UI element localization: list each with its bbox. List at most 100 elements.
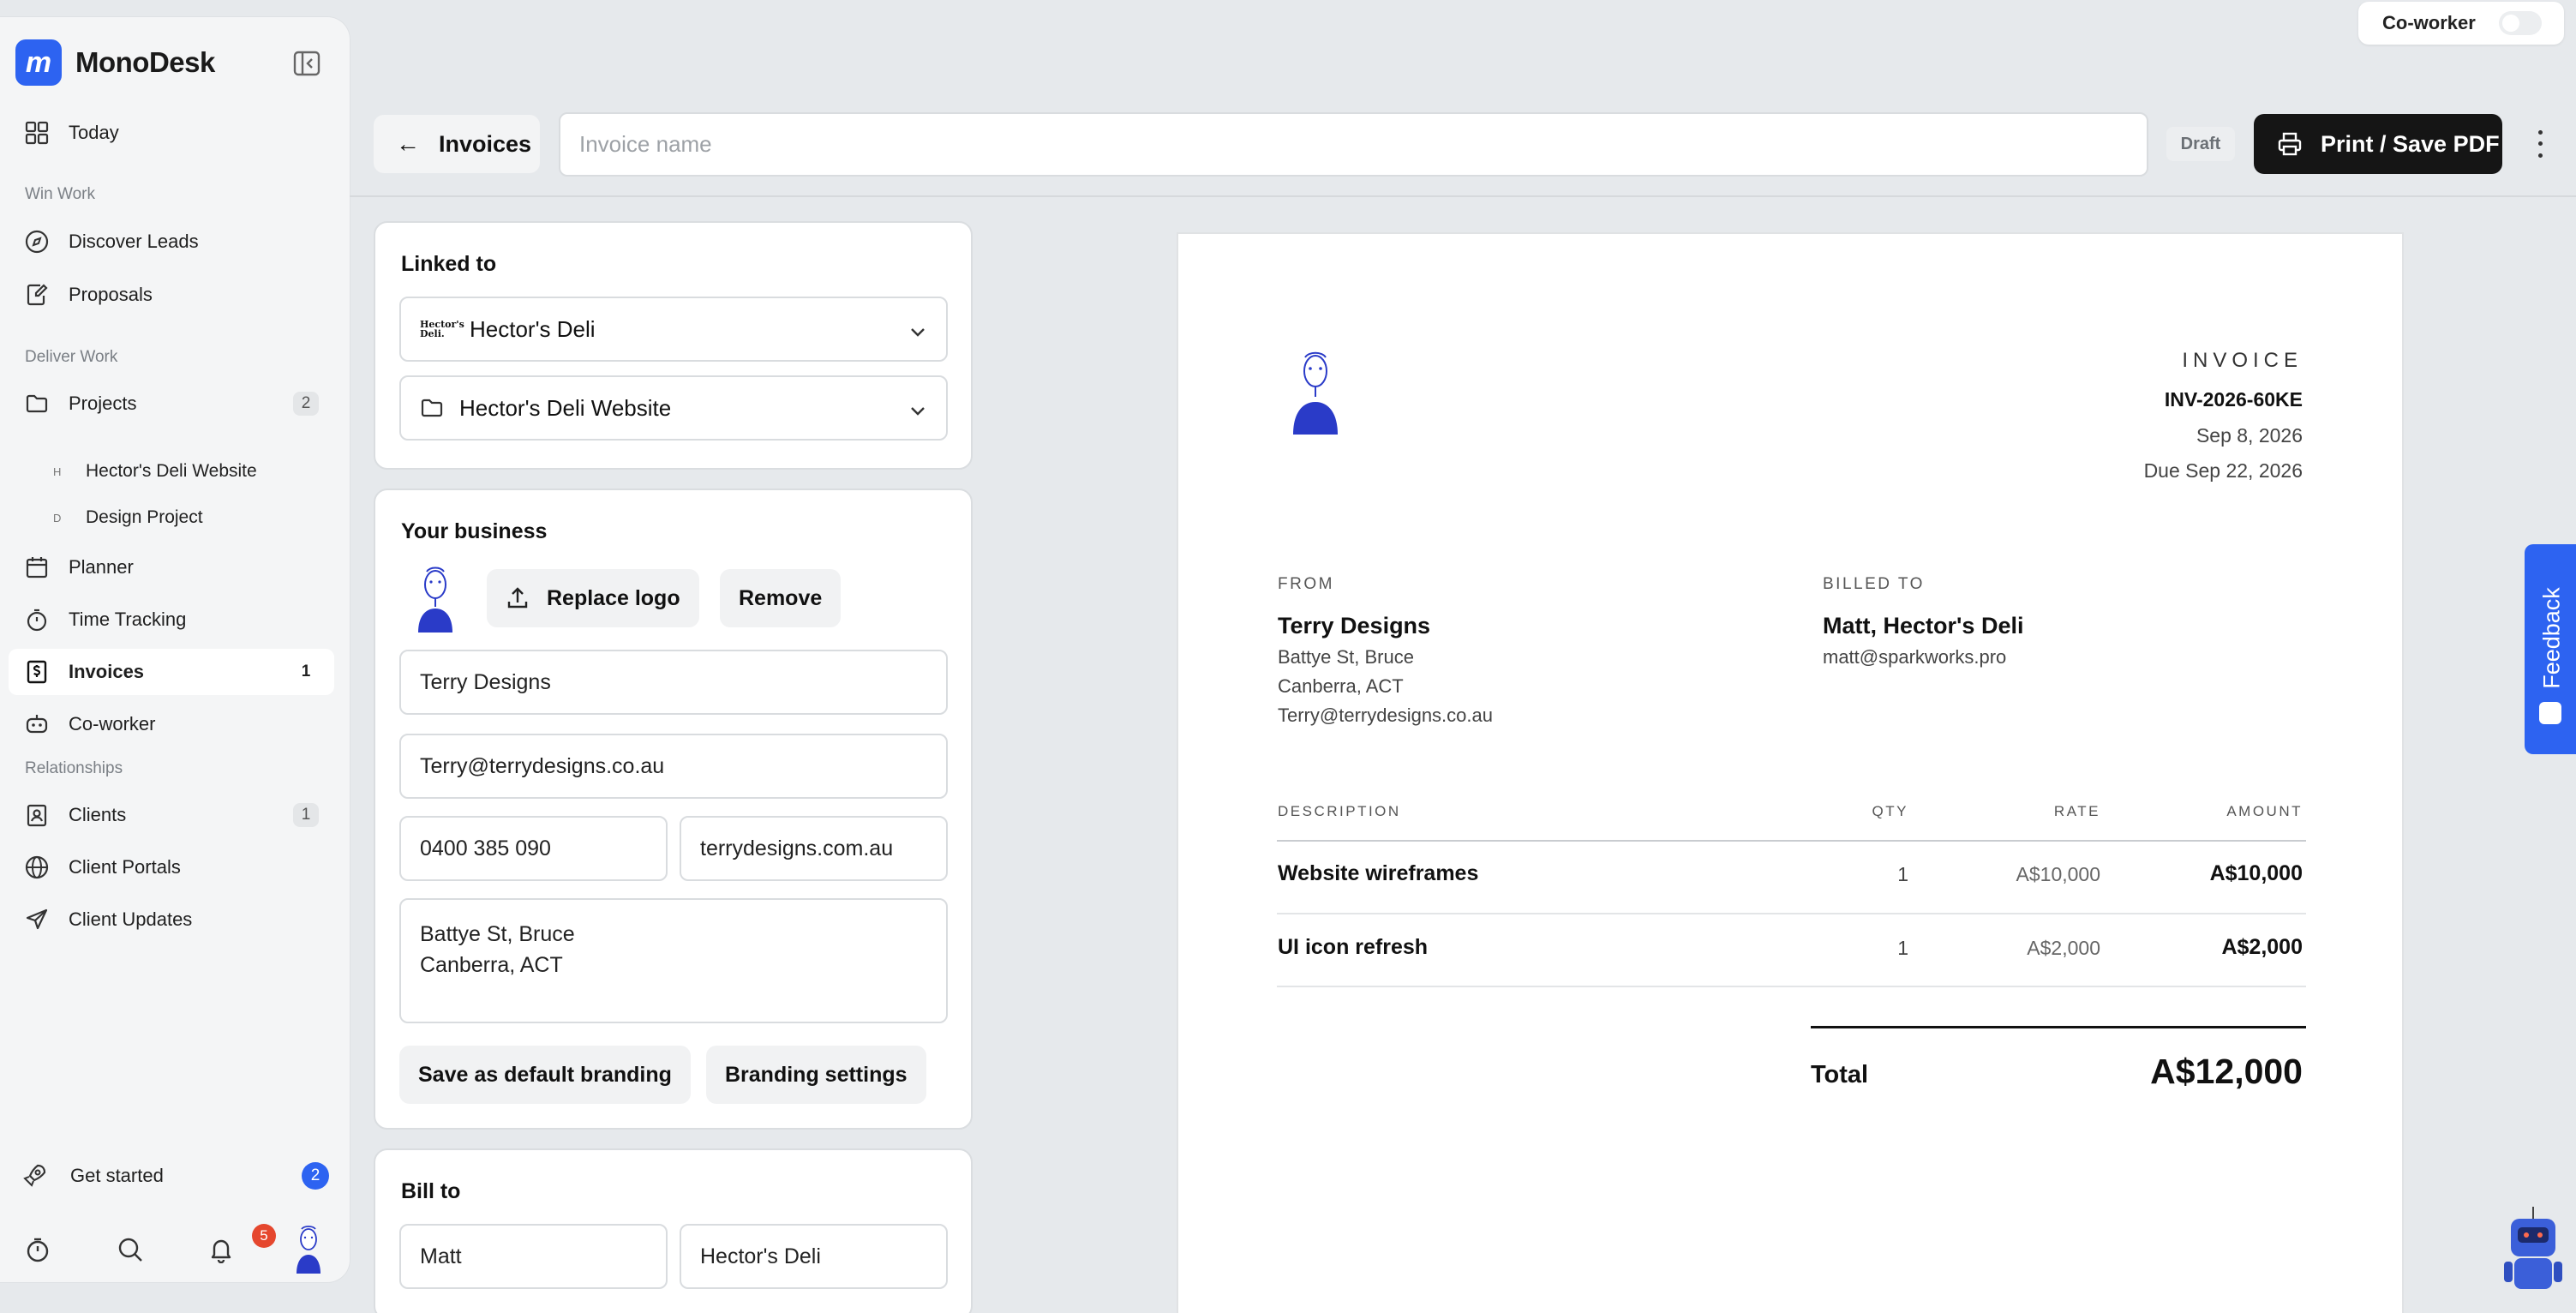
get-started-button[interactable]: Get started 2 — [21, 1155, 329, 1196]
invoice-dollar-icon — [24, 659, 50, 685]
sidebar-item-planner[interactable]: Planner — [9, 544, 334, 591]
invoice-date: Sep 8, 2026 — [2196, 424, 2303, 447]
print-save-pdf-button[interactable]: Print / Save PDF — [2254, 114, 2502, 174]
bill-to-card: Bill to Matt Hector's Deli — [374, 1148, 973, 1313]
status-badge: Draft — [2166, 127, 2235, 161]
stopwatch-icon — [24, 607, 50, 633]
timer-icon[interactable] — [21, 1232, 55, 1267]
sidebar-item-label: Projects — [69, 393, 137, 414]
projects-count-badge: 2 — [293, 392, 319, 416]
bill-to-first-name-field[interactable]: Matt — [399, 1224, 668, 1289]
invoice-due-date: Due Sep 22, 2026 — [2143, 459, 2303, 482]
sidebar-subitem-project[interactable]: D Design Project — [53, 499, 203, 537]
table-row-divider — [1277, 986, 2306, 987]
edit-document-icon — [24, 282, 50, 308]
folder-icon — [420, 396, 444, 420]
calendar-icon — [24, 555, 50, 580]
bill-to-company-field[interactable]: Hector's Deli — [680, 1224, 948, 1289]
feedback-label: Feedback — [2538, 587, 2565, 689]
sidebar-item-label: Client Updates — [69, 908, 193, 930]
toggle-knob — [2502, 15, 2519, 32]
sidebar-item-today[interactable]: Today — [9, 110, 334, 156]
line-item-qty: 1 — [1897, 937, 1908, 959]
brand[interactable]: m MonoDesk — [15, 39, 215, 86]
avatar[interactable] — [288, 1224, 329, 1275]
line-item-description: UI icon refresh — [1278, 935, 1429, 959]
address-line: Canberra, ACT — [420, 953, 563, 977]
billed-to-email: matt@sparkworks.pro — [1823, 646, 2007, 668]
business-email-field[interactable]: Terry@terrydesigns.co.au — [399, 734, 948, 799]
assistant-robot-icon[interactable] — [2499, 1203, 2564, 1298]
invoice-logo — [1288, 345, 1343, 435]
invoice-preview: INVOICE INV-2026-60KE Sep 8, 2026 Due Se… — [1177, 232, 2404, 1313]
search-icon[interactable] — [113, 1232, 147, 1267]
bell-icon[interactable] — [204, 1232, 238, 1267]
sidebar-item-label: Co-worker — [69, 713, 156, 734]
folder-icon — [24, 391, 50, 417]
sidebar-footer: 5 — [21, 1224, 329, 1275]
your-business-card: Your business Replace logo Remove Terry … — [374, 489, 973, 1130]
section-label-win-work: Win Work — [25, 185, 95, 203]
send-icon — [24, 907, 50, 932]
more-options-icon[interactable] — [2531, 127, 2549, 161]
sidebar-item-invoices[interactable]: Invoices 1 — [9, 649, 334, 695]
remove-logo-button[interactable]: Remove — [720, 569, 842, 627]
replace-logo-button[interactable]: Replace logo — [487, 569, 699, 627]
branding-settings-button[interactable]: Branding settings — [706, 1046, 926, 1104]
section-label-relationships: Relationships — [25, 759, 123, 777]
project-select[interactable]: Hector's Deli Website — [399, 375, 948, 441]
line-item-qty: 1 — [1897, 863, 1908, 885]
chevron-down-icon — [908, 321, 927, 339]
sidebar-item-time-tracking[interactable]: Time Tracking — [9, 597, 334, 643]
back-to-invoices-button[interactable]: ← Invoices — [374, 115, 540, 173]
save-default-branding-button[interactable]: Save as default branding — [399, 1046, 691, 1104]
business-name-field[interactable]: Terry Designs — [399, 650, 948, 715]
globe-icon — [24, 854, 50, 880]
business-website-field[interactable]: terrydesigns.com.au — [680, 816, 948, 881]
from-email: Terry@terrydesigns.co.au — [1278, 704, 1493, 726]
sidebar-item-label: Time Tracking — [69, 609, 187, 630]
coworker-toggle[interactable]: Co-worker — [2358, 2, 2564, 45]
sidebar-item-projects[interactable]: Projects 2 — [9, 381, 334, 427]
section-label-deliver-work: Deliver Work — [25, 348, 118, 366]
from-label: FROM — [1278, 575, 1334, 593]
sidebar-item-coworker[interactable]: Co-worker — [9, 701, 334, 747]
business-phone-field[interactable]: 0400 385 090 — [399, 816, 668, 881]
robot-icon — [24, 711, 50, 737]
contact-card-icon — [24, 802, 50, 828]
sidebar-item-clients[interactable]: Clients 1 — [9, 792, 334, 838]
app-name: MonoDesk — [75, 46, 215, 78]
line-item-amount: A$2,000 — [2221, 935, 2303, 959]
sidebar-item-client-updates[interactable]: Client Updates — [9, 896, 334, 943]
toggle-switch[interactable] — [2499, 11, 2542, 35]
column-header-rate: RATE — [2053, 803, 2100, 819]
feedback-tab[interactable]: Feedback — [2525, 544, 2576, 754]
sidebar-item-label: Clients — [69, 804, 127, 825]
collapse-sidebar-icon[interactable] — [291, 48, 322, 79]
from-address-line: Battye St, Bruce — [1278, 646, 1414, 668]
client-select[interactable]: Hector's Deli. Hector's Deli — [399, 297, 948, 362]
sidebar-item-client-portals[interactable]: Client Portals — [9, 844, 334, 890]
project-select-value: Hector's Deli Website — [459, 394, 672, 421]
sidebar-item-discover-leads[interactable]: Discover Leads — [9, 219, 334, 265]
billed-to-name: Matt, Hector's Deli — [1823, 613, 2024, 639]
card-title: Linked to — [401, 252, 497, 276]
business-address-textarea[interactable]: Battye St, Bruce Canberra, ACT — [399, 898, 948, 1023]
chevron-down-icon — [908, 399, 927, 418]
total-divider — [1811, 1026, 2306, 1028]
arrow-left-icon: ← — [396, 130, 420, 157]
sidebar: m MonoDesk Today Win Work Discover Leads… — [0, 17, 350, 1282]
line-item-amount: A$10,000 — [2209, 861, 2303, 885]
from-name: Terry Designs — [1278, 613, 1431, 639]
print-button-label: Print / Save PDF — [2321, 130, 2500, 157]
get-started-label: Get started — [70, 1165, 164, 1186]
sidebar-item-proposals[interactable]: Proposals — [9, 272, 334, 318]
table-row-divider — [1277, 913, 2306, 914]
sidebar-item-label: Planner — [69, 556, 134, 578]
invoice-name-input[interactable] — [559, 112, 2148, 177]
table-header-divider — [1277, 840, 2306, 842]
sidebar-subitem-project[interactable]: H Hector's Deli Website — [53, 453, 257, 490]
column-header-qty: QTY — [1872, 803, 1908, 819]
get-started-badge: 2 — [302, 1162, 329, 1190]
sidebar-subitem-label: Hector's Deli Website — [86, 461, 257, 481]
